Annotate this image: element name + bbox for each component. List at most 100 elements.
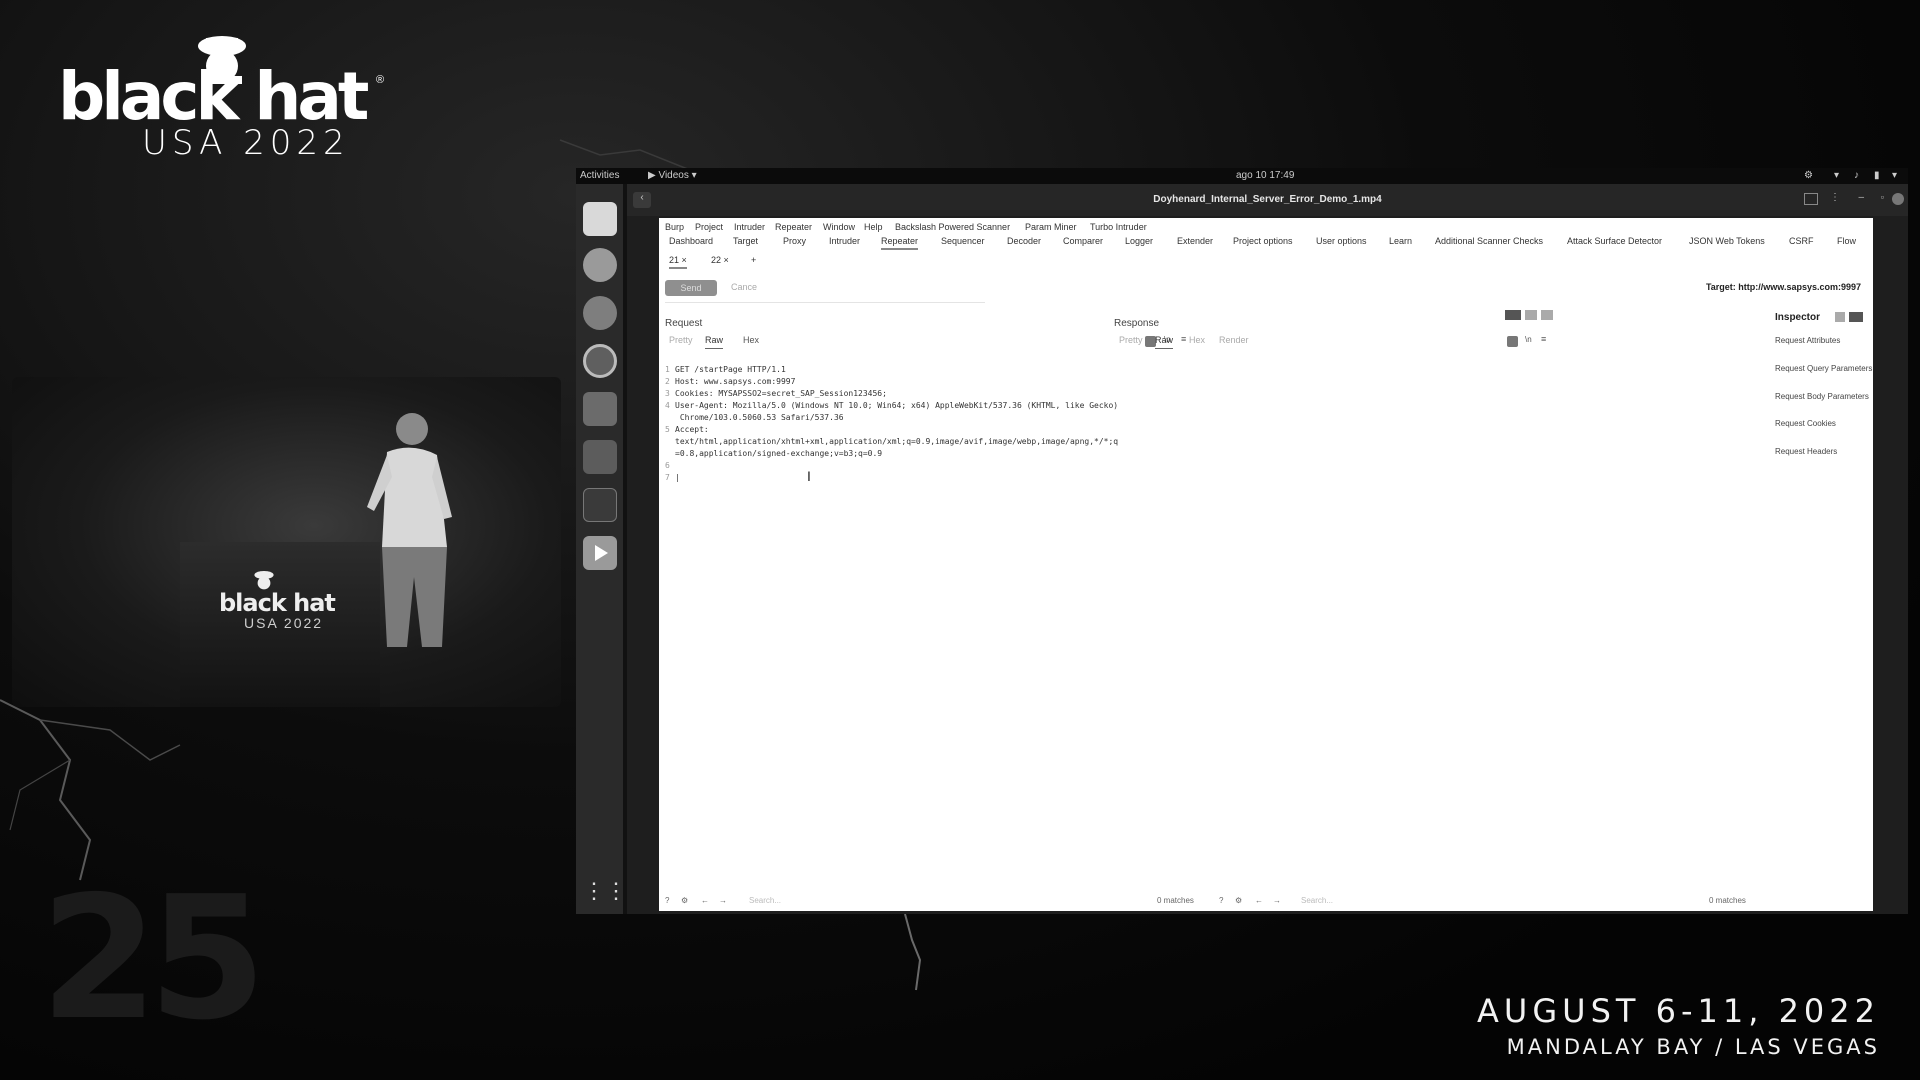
system-menu-icon[interactable]: ▾ — [1892, 170, 1897, 181]
response-render-tab[interactable]: Render — [1219, 335, 1249, 345]
menu-repeater[interactable]: Repeater — [775, 222, 812, 232]
slack-icon[interactable] — [583, 248, 617, 282]
tab-json-web-tokens[interactable]: JSON Web Tokens — [1689, 236, 1765, 246]
response-settings-icon[interactable]: ⚙ — [1235, 896, 1242, 905]
tab-logger[interactable]: Logger — [1125, 236, 1153, 246]
request-pretty-tab[interactable]: Pretty — [669, 335, 693, 345]
layout-split-icon[interactable] — [1505, 310, 1521, 320]
tab-comparer[interactable]: Comparer — [1063, 236, 1103, 246]
volume-icon[interactable]: ♪ — [1854, 170, 1859, 181]
inspector-request-attributes[interactable]: Request Attributes — [1775, 336, 1840, 345]
minimize-icon[interactable]: – — [1858, 192, 1864, 203]
request-next-icon[interactable]: → — [719, 896, 727, 905]
new-tab-button[interactable]: + — [751, 255, 756, 265]
menu-help[interactable]: Help — [864, 222, 883, 232]
firefox-icon[interactable] — [583, 296, 617, 330]
response-pretty-tab[interactable]: Pretty — [1119, 335, 1143, 345]
tab-target[interactable]: Target — [733, 236, 758, 246]
send-button[interactable]: Send — [665, 280, 717, 296]
app-grid-icon[interactable]: ⋮⋮ — [583, 874, 627, 908]
menu-project[interactable]: Project — [695, 222, 723, 232]
menu-burp[interactable]: Burp — [665, 222, 684, 232]
inspector-request-cookies[interactable]: Request Cookies — [1775, 419, 1836, 428]
tab-additional-scanner-checks[interactable]: Additional Scanner Checks — [1435, 236, 1543, 246]
maximize-icon[interactable]: ▫ — [1881, 192, 1884, 202]
response-help-icon[interactable]: ? — [1219, 896, 1223, 905]
repeater-tab-22[interactable]: 22 × — [711, 255, 729, 265]
tab-proxy[interactable]: Proxy — [783, 236, 806, 246]
inspector-request-headers[interactable]: Request Headers — [1775, 447, 1837, 456]
tab-dashboard[interactable]: Dashboard — [669, 236, 713, 246]
inspector-body-parameters[interactable]: Request Body Parameters — [1775, 392, 1869, 401]
settings-icon[interactable]: ⚙ — [1804, 170, 1813, 181]
response-menu-icon[interactable]: ≡ — [1541, 334, 1546, 344]
tab-user-options[interactable]: User options — [1316, 236, 1367, 246]
request-line: =0.8,application/signed-exchange;v=b3;q=… — [675, 449, 883, 458]
tab-flow[interactable]: Flow — [1837, 236, 1856, 246]
target-label[interactable]: Target: http://www.sapsys.com:9997 — [1706, 282, 1861, 292]
inspector-collapse-icon[interactable] — [1849, 312, 1863, 322]
request-line: 6 — [665, 461, 670, 470]
menu-window[interactable]: Window — [823, 222, 855, 232]
tab-attack-surface-detector[interactable]: Attack Surface Detector — [1567, 236, 1662, 246]
menu-turbo-intruder[interactable]: Turbo Intruder — [1090, 222, 1147, 232]
tab-project-options[interactable]: Project options — [1233, 236, 1293, 246]
tab-extender[interactable]: Extender — [1177, 236, 1213, 246]
response-newline-icon[interactable]: \n — [1525, 335, 1532, 344]
logo-subtitle: USA 2022 — [142, 123, 350, 163]
podium-hat-icon — [254, 571, 274, 590]
request-hex-tab[interactable]: Hex — [743, 335, 759, 345]
cancel-button[interactable]: Cance — [731, 282, 757, 292]
request-settings-icon[interactable]: ⚙ — [681, 896, 688, 905]
tab-sequencer[interactable]: Sequencer — [941, 236, 985, 246]
window-titlebar: ‹ Doyhenard_Internal_Server_Error_Demo_1… — [627, 184, 1908, 216]
request-help-icon[interactable]: ? — [665, 896, 669, 905]
tab-learn[interactable]: Learn — [1389, 236, 1412, 246]
request-editor[interactable]: 1 GET /startPage HTTP/1.1 2 Host: www.sapsy… — [665, 352, 1118, 508]
clock[interactable]: ago 10 17:49 — [1236, 170, 1294, 181]
videos-player-icon[interactable] — [583, 536, 617, 570]
menu-backslash-scanner[interactable]: Backslash Powered Scanner — [895, 222, 1010, 232]
menu-intruder[interactable]: Intruder — [734, 222, 765, 232]
tab-csrf[interactable]: CSRF — [1789, 236, 1814, 246]
response-wrap-icon[interactable] — [1507, 336, 1518, 347]
speaker-figure — [367, 413, 452, 647]
response-next-icon[interactable]: → — [1273, 896, 1281, 905]
menu-param-miner[interactable]: Param Miner — [1025, 222, 1077, 232]
response-search-input[interactable]: Search... — [1301, 896, 1333, 905]
request-search-input[interactable]: Search... — [749, 896, 781, 905]
layout-horizontal-icon[interactable] — [1525, 310, 1537, 320]
repeater-tab-21[interactable]: 21 × — [669, 255, 687, 269]
response-prev-icon[interactable]: ← — [1255, 896, 1263, 905]
layout-vertical-icon[interactable] — [1541, 310, 1553, 320]
request-line: 4 User-Agent: Mozilla/5.0 (Windows NT 10.… — [665, 401, 1119, 410]
sublime-icon[interactable] — [583, 392, 617, 426]
response-raw-tab[interactable]: Raw — [1155, 335, 1174, 349]
battery-icon[interactable]: ▮ — [1874, 170, 1880, 181]
request-line: 7 | — [665, 473, 680, 482]
speaker-video: black hat USA 2022 — [12, 377, 561, 707]
tab-intruder[interactable]: Intruder — [829, 236, 860, 246]
chrome-icon[interactable] — [583, 344, 617, 378]
inspector-query-parameters[interactable]: Request Query Parameters — [1775, 364, 1872, 373]
request-raw-tab[interactable]: Raw — [705, 335, 724, 349]
request-prev-icon[interactable]: ← — [701, 896, 709, 905]
network-icon[interactable]: ▾ — [1834, 170, 1839, 181]
terminal-icon[interactable] — [583, 488, 617, 522]
pip-icon[interactable] — [1804, 193, 1818, 205]
close-icon[interactable] — [1892, 193, 1904, 205]
activities-button[interactable]: Activities — [580, 170, 619, 181]
request-line: 2 Host: www.sapsys.com:9997 — [665, 377, 796, 386]
gnome-top-bar: Activities ▶ Videos ▾ ago 10 17:49 ⚙ ▾ ♪… — [576, 168, 1908, 184]
videos-app-menu[interactable]: ▶ Videos ▾ — [648, 170, 697, 181]
text-cursor-icon: I — [807, 468, 811, 484]
tab-decoder[interactable]: Decoder — [1007, 236, 1041, 246]
menu-lines-icon[interactable]: ≡ — [1181, 334, 1186, 344]
burp-suite-icon[interactable] — [583, 440, 617, 474]
menu-icon[interactable]: ⋮ — [1830, 192, 1840, 203]
tab-repeater[interactable]: Repeater — [881, 236, 919, 250]
response-hex-tab[interactable]: Hex — [1189, 335, 1205, 345]
registered-mark: ® — [376, 74, 385, 86]
inspector-layout-icon[interactable] — [1835, 312, 1845, 322]
files-icon[interactable] — [583, 202, 617, 236]
